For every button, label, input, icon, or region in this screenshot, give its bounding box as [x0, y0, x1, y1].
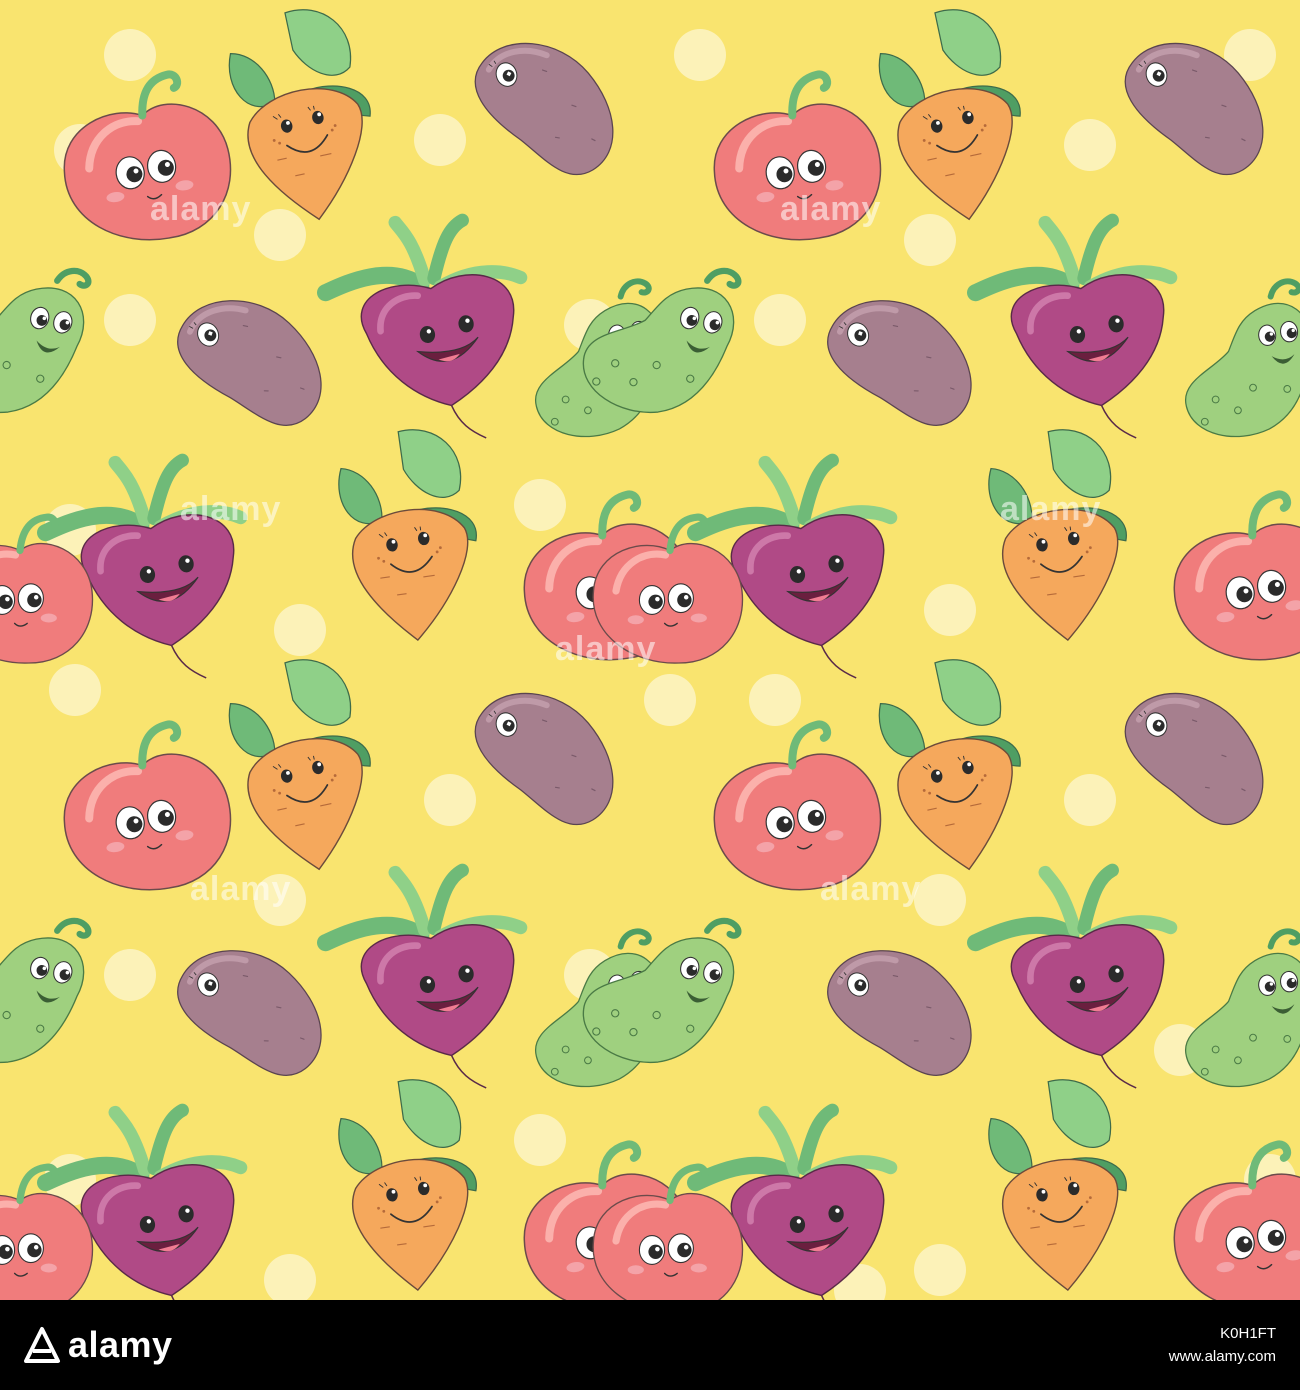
image-id: K0H1FT: [1220, 1325, 1276, 1342]
alamy-logo[interactable]: alamy: [22, 1300, 173, 1390]
site-link[interactable]: www.alamy.com: [1169, 1348, 1276, 1365]
alamy-a-icon: [24, 1327, 60, 1363]
stock-footer-bar: alamy K0H1FT www.alamy.com: [0, 1300, 1300, 1390]
vegetable-pattern: [0, 0, 1300, 1300]
logo-text: alamy: [68, 1324, 173, 1365]
pattern-artwork: alamy alamy alamy alamy alamy alamy alam…: [0, 0, 1300, 1300]
image-info: K0H1FT www.alamy.com: [1169, 1300, 1276, 1390]
